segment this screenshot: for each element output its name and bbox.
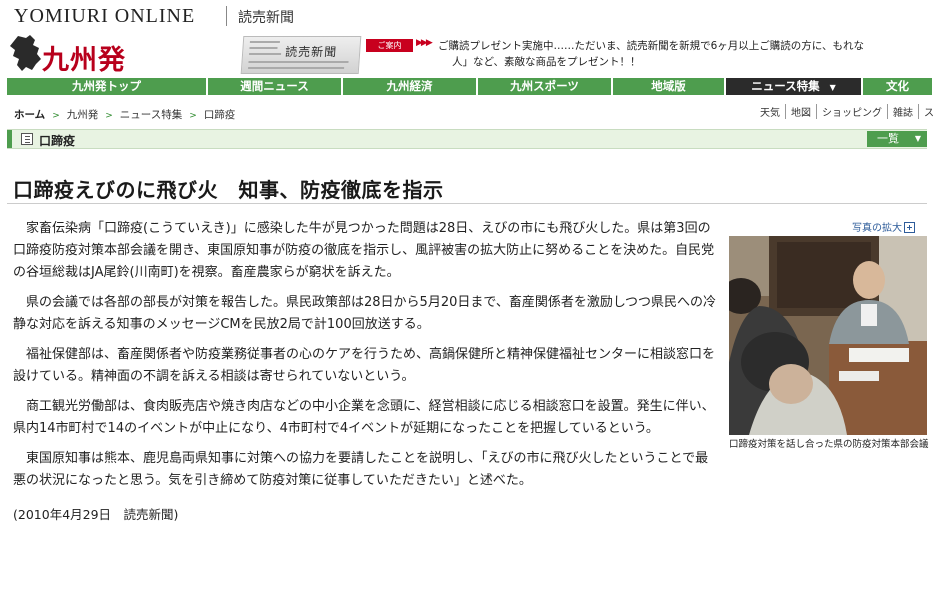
notice-tag: ご案内 [366, 39, 413, 52]
newspaper-title: 読売新聞 [284, 45, 338, 59]
nav-item[interactable]: 九州発トップ [7, 78, 208, 95]
nav-item[interactable]: ニュース特集 ▼ [726, 78, 863, 95]
promo-notice-link[interactable]: ご購読プレゼント実施中……ただいま、読売新聞を新規で6ヶ月以上ご購読の方に、もれ… [438, 38, 934, 70]
section-bar: 口蹄疫 一覧 ▼ [7, 129, 927, 149]
breadcrumb-separator: > [189, 111, 197, 121]
article-headline: 口蹄疫えびのに飛び火 知事、防疫徹底を指示 [13, 178, 444, 202]
breadcrumb-link[interactable]: ニュース特集 [120, 109, 182, 121]
promo-line-1: ご購読プレゼント実施中……ただいま、読売新聞を新規で6ヶ月以上ご購読の方に、もれ… [438, 40, 864, 52]
plus-icon [904, 222, 915, 233]
article-date: (2010年4月29日 読売新聞) [13, 507, 179, 522]
photo-caption: 口蹄疫対策を話し合った県の防疫対策本部会議 [729, 439, 929, 450]
article-paragraph: 福祉保健部は、畜産関係者や防疫業務従事者の心のケアを行うため、高鍋保健所と精神保… [13, 347, 716, 384]
chevron-down-icon: ▼ [829, 83, 836, 92]
masthead: YOMIURI ONLINE 読売新聞 [0, 0, 934, 32]
nav-item-label: 九州スポーツ [510, 79, 579, 93]
document-icon [21, 133, 33, 145]
kyushu-logo[interactable]: 九州発 [8, 34, 160, 76]
nav-item-label: 九州経済 [386, 79, 433, 93]
article-body: 家畜伝染病「口蹄疫(こうていえき)」に感染した牛が見つかった問題は28日、えびの… [13, 218, 717, 534]
paper-line [249, 53, 282, 55]
breadcrumb-link[interactable]: 九州発 [67, 109, 99, 121]
utility-link[interactable]: 天気 [755, 104, 785, 119]
list-dropdown-button[interactable]: 一覧 ▼ [867, 131, 927, 147]
article-paragraph: 商工観光労働部は、食肉販売店や焼き肉店などの中小企業を念頭に、経営相談に応じる相… [13, 399, 715, 436]
section-mark [7, 130, 12, 148]
notice-arrows-icon: ▶▶▶ [416, 38, 433, 48]
paper-line [249, 41, 280, 43]
nav-item[interactable]: 九州経済 [343, 78, 478, 95]
utility-link[interactable]: ス [918, 104, 934, 119]
breadcrumb-link[interactable]: 口蹄疫 [204, 109, 236, 121]
utility-links: 天気 地図 ショッピング 雑誌ス [755, 104, 934, 119]
nav-item-label: 週間ニュース [240, 79, 309, 93]
article-photo[interactable] [729, 236, 927, 435]
breadcrumb-separator: > [52, 111, 60, 121]
breadcrumb-link[interactable]: ホーム [14, 109, 45, 121]
utility-link[interactable]: ショッピング [816, 104, 887, 119]
utility-link[interactable]: 地図 [785, 104, 816, 119]
paper-line [249, 47, 278, 49]
yomiuri-shimbun-brand[interactable]: 読売新聞 [238, 7, 294, 27]
nav-item[interactable]: 九州スポーツ [478, 78, 613, 95]
section-label: 口蹄疫 [39, 134, 76, 148]
logo-text: 九州発 [42, 45, 126, 76]
article-paragraph: 東国原知事は熊本、鹿児島両県知事に対策への協力を要請したことを説明し、「えびの市… [13, 451, 709, 488]
nav-item-label: 文化 [886, 79, 909, 93]
brand-divider [226, 6, 227, 26]
photo-enlarge-label: 写真の拡大 [852, 223, 902, 234]
newspaper-promo-image[interactable]: 読売新聞 [240, 36, 362, 74]
article-paragraph: 家畜伝染病「口蹄疫(こうていえき)」に感染した牛が見つかった問題は28日、えびの… [13, 221, 715, 280]
paper-line [248, 67, 345, 69]
article-paragraph: 県の会議では各部の部長が対策を報告した。県民政策部は28日から5月20日まで、畜… [13, 295, 717, 332]
utility-link[interactable]: 雑誌 [887, 104, 918, 119]
kyushu-map-icon [10, 35, 41, 71]
nav-item-label: 地域版 [651, 79, 686, 93]
yomiuri-online-brand[interactable]: YOMIURI ONLINE [14, 5, 195, 28]
breadcrumb: ホーム > 九州発 > ニュース特集 > 口蹄疫 [14, 107, 235, 122]
list-button-label: 一覧 [877, 132, 899, 145]
promo-line-2: 人」など、素敵な商品をプレゼント！！ [452, 56, 641, 68]
nav-item[interactable]: 文化 [863, 78, 934, 95]
global-nav: 九州発トップ 週間ニュース 九州経済 九州スポーツ 地域版 ニュース特集 ▼ 文化 [7, 78, 934, 95]
nav-item-label: ニュース特集 [751, 79, 820, 93]
breadcrumb-separator: > [105, 111, 113, 121]
photo-enlarge-link[interactable]: 写真の拡大 [852, 219, 915, 234]
headline-divider [7, 203, 927, 204]
paper-line [248, 61, 349, 63]
nav-item-label: 九州発トップ [72, 79, 141, 93]
nav-item[interactable]: 地域版 [613, 78, 726, 95]
chevron-down-icon: ▼ [914, 134, 921, 143]
nav-item[interactable]: 週間ニュース [208, 78, 343, 95]
